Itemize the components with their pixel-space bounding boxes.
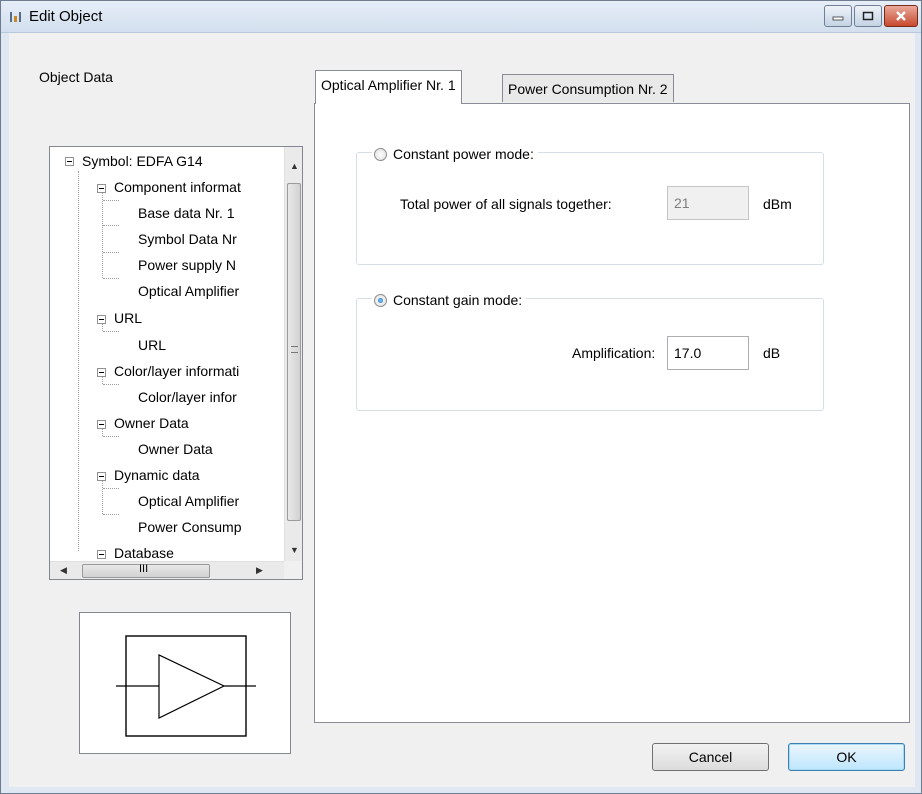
dialog-content: Object Data Symbol: EDFA G14 Component i…: [9, 33, 915, 787]
symbol-preview: [79, 612, 291, 754]
tree-connector: [103, 514, 119, 515]
tree-item-owner-data-group[interactable]: Owner Data: [114, 413, 189, 433]
tree-connector: [103, 436, 119, 437]
tree-connector: [103, 384, 119, 385]
close-button[interactable]: [884, 5, 918, 27]
title-bar[interactable]: Edit Object: [1, 1, 921, 33]
collapse-toggle-icon[interactable]: [97, 420, 106, 429]
tree-connector: [103, 200, 119, 201]
tree-connector: [103, 278, 119, 279]
tree-vertical-scrollbar[interactable]: ▲ ▼: [284, 147, 302, 561]
scroll-right-arrow-icon[interactable]: ▶: [256, 565, 263, 576]
tree-connector: [103, 331, 119, 332]
tree-connector: [103, 252, 119, 253]
maximize-button[interactable]: [854, 5, 882, 27]
tree-item-url-group[interactable]: URL: [114, 308, 142, 328]
cancel-button[interactable]: Cancel: [652, 743, 769, 771]
scroll-up-arrow-icon[interactable]: ▲: [290, 161, 299, 171]
minimize-button[interactable]: [824, 5, 852, 27]
collapse-toggle-icon[interactable]: [65, 157, 74, 166]
ok-button[interactable]: OK: [788, 743, 905, 771]
tree-item-url[interactable]: URL: [138, 335, 166, 355]
collapse-toggle-icon[interactable]: [97, 315, 106, 324]
tree-item-symbol-data[interactable]: Symbol Data Nr: [138, 229, 237, 249]
tree-item-owner-data[interactable]: Owner Data: [138, 439, 213, 459]
object-tree[interactable]: Symbol: EDFA G14 Component informat Base…: [49, 146, 303, 580]
tree-viewport: Symbol: EDFA G14 Component informat Base…: [50, 147, 284, 561]
maximize-icon: [862, 11, 874, 21]
radio-unchecked-icon[interactable]: [374, 147, 387, 161]
collapse-toggle-icon[interactable]: [97, 368, 106, 377]
tree-connector: [103, 225, 119, 226]
tree-item-component-info[interactable]: Component informat: [114, 177, 241, 197]
tree-item-database[interactable]: Database: [114, 543, 174, 561]
collapse-toggle-icon[interactable]: [97, 550, 106, 559]
scroll-grip-label: III: [139, 563, 149, 575]
tree-connector: [103, 488, 119, 489]
minimize-icon: [832, 16, 844, 21]
tree-connector: [78, 171, 79, 551]
vertical-scroll-thumb[interactable]: [287, 183, 301, 521]
amplification-unit: dB: [763, 345, 781, 361]
amplification-label: Amplification:: [572, 345, 656, 361]
app-icon: [10, 12, 21, 22]
tree-item-power-consumption[interactable]: Power Consump: [138, 517, 242, 537]
amplifier-symbol-icon: [116, 635, 256, 737]
total-power-label: Total power of all signals together:: [400, 196, 612, 212]
total-power-input[interactable]: 21: [667, 186, 749, 220]
amplification-input[interactable]: 17.0: [667, 336, 749, 370]
gain-mode-radio[interactable]: Constant gain mode:: [372, 290, 527, 310]
tree-root[interactable]: Symbol: EDFA G14: [82, 151, 203, 171]
tab-optical-amplifier[interactable]: Optical Amplifier Nr. 1: [315, 70, 462, 104]
scroll-grip-icon: [291, 346, 298, 353]
tree-item-dynamic-optical-amplifier[interactable]: Optical Amplifier: [138, 491, 239, 511]
collapse-toggle-icon[interactable]: [97, 472, 106, 481]
tree-item-color-layer-group[interactable]: Color/layer informati: [114, 361, 239, 381]
close-icon: [896, 11, 906, 21]
scrollbar-corner: [284, 561, 302, 579]
power-mode-radio[interactable]: Constant power mode:: [372, 144, 538, 164]
tree-item-power-supply[interactable]: Power supply N: [138, 255, 236, 275]
scroll-left-arrow-icon[interactable]: ◀: [60, 565, 67, 576]
total-power-unit: dBm: [763, 196, 792, 212]
object-data-label: Object Data: [39, 69, 113, 85]
tree-item-color-layer[interactable]: Color/layer infor: [138, 387, 237, 407]
gain-mode-label: Constant gain mode:: [393, 292, 523, 308]
tree-connector: [102, 191, 103, 278]
radio-checked-icon[interactable]: [374, 293, 387, 307]
tree-horizontal-scrollbar[interactable]: ◀ III ▶: [50, 561, 284, 579]
tree-item-base-data[interactable]: Base data Nr. 1: [138, 203, 235, 223]
horizontal-scroll-thumb[interactable]: III: [82, 563, 210, 578]
tree-item-optical-amplifier[interactable]: Optical Amplifier: [138, 281, 239, 301]
tab-power-consumption[interactable]: Power Consumption Nr. 2: [502, 74, 674, 102]
tree-item-dynamic-data[interactable]: Dynamic data: [114, 465, 200, 485]
tab-panel-optical-amplifier: Constant power mode: Total power of all …: [314, 103, 910, 723]
collapse-toggle-icon[interactable]: [97, 184, 106, 193]
edit-object-window: Edit Object Object Data Symbol: EDFA G14…: [0, 0, 922, 794]
scroll-down-arrow-icon[interactable]: ▼: [290, 545, 299, 555]
power-mode-label: Constant power mode:: [393, 146, 534, 162]
window-title: Edit Object: [29, 8, 103, 25]
